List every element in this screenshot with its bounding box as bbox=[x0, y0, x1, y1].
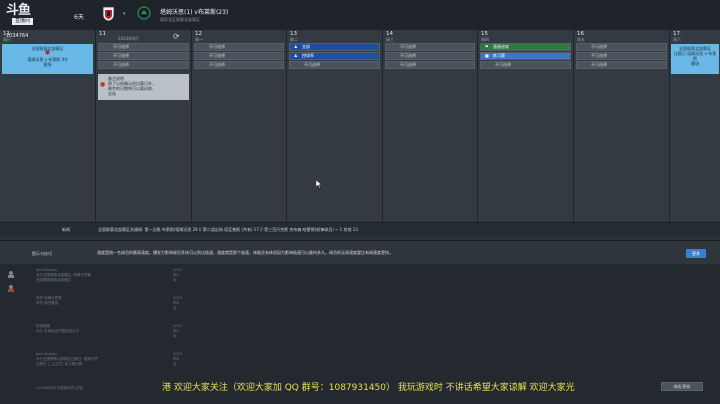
chevron-down-icon[interactable]: ▾ bbox=[123, 11, 126, 17]
days-label: 6天 bbox=[74, 14, 84, 21]
avatar-icon bbox=[8, 271, 14, 278]
news-text: 全国联赛北部赛区关键球: 第一边角 布莱斯/塔姆沃思 29 // 第二战出场 塔… bbox=[98, 227, 358, 232]
note-card[interactable]: ● 备注说明 除了以前确认的比赛日外， 剩余的日期将可以赛训练、 去选 bbox=[98, 74, 189, 100]
weekday-label: 周四 bbox=[481, 37, 489, 42]
training-slot-attack[interactable]: ⚑ 直接进攻 bbox=[480, 43, 571, 51]
inbox-item[interactable]: Jack Boullay 对方全国联赛北部赛区比赛日: 塔姆沃思 比赛日 (二)… bbox=[36, 352, 182, 367]
tips-panel: 提示与技巧 速度是指一名球员的最高速度。爆发力影响球员多快可以到达极速，速度就是… bbox=[0, 240, 720, 264]
training-slot[interactable]: 不可选择 bbox=[194, 61, 284, 69]
inbox-item[interactable]: 科技新闻 对方 本地队伍完整的结论中 2024年8月 bbox=[36, 324, 182, 338]
day-column-11-detail[interactable]: 11 2024年8月 ⟳ 不可选择 不可选择 不可选择 ● 备注说明 除了以前确… bbox=[96, 30, 192, 222]
logo-text: 斗鱼 bbox=[6, 3, 31, 18]
inbox-item[interactable]: Jack Boullay 对方全国联赛北部赛区: 塔姆沃思赛 全国联赛联赛北部赛… bbox=[36, 268, 182, 283]
match-card[interactable]: 全国联赛北部赛区 ⛊ 塔姆沃思 v 布莱斯 (H) 客场 bbox=[2, 44, 93, 74]
weekday-label: 周一 bbox=[195, 37, 203, 42]
training-slot[interactable]: 不可选择 bbox=[289, 61, 380, 69]
day-header: 12 周一 bbox=[192, 30, 286, 43]
inbox-date: 2024年8月 bbox=[173, 296, 182, 310]
inbox-line: 全国联赛联赛北部赛区 bbox=[36, 278, 71, 282]
more-tips-button[interactable]: 更多 bbox=[686, 249, 706, 258]
training-slot[interactable]: 不可选择 bbox=[98, 43, 189, 51]
day-header: 13 周二 bbox=[287, 30, 382, 43]
training-slot[interactable]: 不可选择 bbox=[385, 52, 475, 60]
day-header: 15 周四 bbox=[478, 30, 573, 43]
day-column-12[interactable]: 12 周一 不可选择 不可选择 不可选择 bbox=[192, 30, 287, 222]
training-slot[interactable]: 不可选择 bbox=[194, 43, 284, 51]
slot-label: 直接进攻 bbox=[493, 44, 509, 49]
logo-subtext: 直播间 bbox=[12, 18, 34, 25]
square-icon: ■ bbox=[485, 53, 489, 58]
training-slot-selected[interactable]: ♟ 控球率 bbox=[289, 52, 380, 60]
inbox-line: 对方 本地队伍完整的结论中 bbox=[36, 329, 80, 333]
day-column-17[interactable]: 17 周六 全国联赛北部赛区 比赛日 塔姆沃思 v 布莱斯 客场 bbox=[670, 30, 720, 222]
douyu-logo: 斗鱼 直播间 bbox=[6, 4, 42, 31]
inbox-item[interactable]: 球员·塔姆沃思赛 球员 情况赛选 2024年8月 bbox=[36, 296, 182, 310]
refresh-icon[interactable]: ⟳ bbox=[173, 32, 180, 41]
mouse-cursor-icon bbox=[316, 180, 322, 188]
training-slot[interactable]: 不可选择 bbox=[576, 43, 667, 51]
day-header: 14 周三 bbox=[383, 30, 477, 43]
match-subtitle: 国家北区联赛北部赛区 bbox=[160, 17, 200, 22]
day-column-16[interactable]: 16 周五 不可选择 不可选择 不可选择 bbox=[574, 30, 670, 222]
continue-button[interactable]: 继续/更新 bbox=[661, 382, 703, 391]
training-slot[interactable]: 不可选择 bbox=[98, 52, 189, 60]
tips-label: 提示与技巧 bbox=[32, 251, 52, 256]
match-card[interactable]: 全国联赛北部赛区 比赛日 塔姆沃思 v 布莱斯 客场 bbox=[671, 44, 719, 74]
news-bar[interactable]: 新闻 全国联赛北部赛区关键球: 第一边角 布莱斯/塔姆沃思 29 // 第二战出… bbox=[0, 222, 720, 236]
day-column-11[interactable]: 11 周日 全国联赛北部赛区 ⛊ 塔姆沃思 v 布莱斯 (H) 客场 bbox=[0, 30, 96, 222]
weekday-label: 周六 bbox=[673, 37, 681, 42]
day-column-14[interactable]: 14 周三 不可选择 不可选择 不可选择 bbox=[383, 30, 478, 222]
person-icon: ♟ bbox=[294, 44, 298, 49]
room-id: 1034764 bbox=[6, 33, 29, 39]
stream-ticker: 港 欢迎大家关注（欢迎大家加 QQ 群号：1087931450） 我玩游戏时 不… bbox=[162, 383, 575, 393]
slot-label: 控球率 bbox=[302, 53, 314, 58]
news-label: 新闻 bbox=[62, 227, 70, 232]
slot-label: 练习赛 bbox=[493, 53, 505, 58]
slot-label: 全部 bbox=[302, 44, 310, 49]
card-venue: 客场 bbox=[43, 62, 52, 67]
weekday-label: 周三 bbox=[386, 37, 394, 42]
day-header: 11 2024年8月 ⟳ bbox=[96, 30, 191, 43]
inbox-sender: 2024年8月5日塔姆沃思(主场) bbox=[36, 386, 84, 390]
opponent-crest-icon[interactable] bbox=[137, 6, 151, 20]
inbox-line: 球员 情况赛选 bbox=[36, 301, 59, 305]
inbox-line: 比赛日 (二)(正式) 前几周比赛 bbox=[36, 362, 83, 366]
schedule-calendar: 11 周日 全国联赛北部赛区 ⛊ 塔姆沃思 v 布莱斯 (H) 客场 11 20… bbox=[0, 30, 720, 222]
inbox-date: 2024年8月 bbox=[173, 352, 182, 366]
inbox-date: 2024年8月 bbox=[173, 268, 182, 282]
training-slot[interactable]: 不可选择 bbox=[480, 61, 571, 69]
top-bar: 斗鱼 直播间 6天 ▾ 塔姆沃思(1) v布莱斯(23) 国家北区联赛北部赛区 bbox=[0, 0, 720, 30]
inbox-item[interactable]: 2024年8月5日塔姆沃思(主场) bbox=[36, 386, 84, 391]
training-slot[interactable]: 不可选择 bbox=[576, 61, 667, 69]
training-slot[interactable]: 不可选择 bbox=[576, 52, 667, 60]
month-label: 2024年8月 bbox=[118, 36, 139, 41]
training-slot[interactable]: 不可选择 bbox=[385, 43, 475, 51]
tips-text: 速度是指一名球员的最高速度。爆发力影响球员多快可以到达极速，速度就是那个极速，体… bbox=[97, 250, 393, 255]
day-column-15[interactable]: 15 周四 ⚑ 直接进攻 ■ 练习赛 不可选择 bbox=[478, 30, 574, 222]
card-fixture: 比赛日 塔姆沃思 v 布莱斯 bbox=[673, 51, 717, 61]
training-slot-selected[interactable]: ♟ 全部 bbox=[289, 43, 380, 51]
day-header: 16 周五 bbox=[574, 30, 669, 43]
training-slot[interactable]: 不可选择 bbox=[98, 61, 189, 69]
day-column-13[interactable]: 13 周二 ♟ 全部 ♟ 控球率 不可选择 bbox=[287, 30, 383, 222]
training-slot-match[interactable]: ■ 练习赛 bbox=[480, 52, 571, 60]
club-crest-icon[interactable] bbox=[101, 6, 116, 22]
note-line: 去选 bbox=[108, 91, 116, 96]
avatar-icon bbox=[8, 285, 14, 292]
person-icon: ♟ bbox=[294, 53, 298, 58]
inbox-date: 2024年8月 bbox=[173, 324, 182, 338]
day-header: 17 周六 bbox=[670, 30, 720, 43]
warning-icon: ● bbox=[100, 81, 106, 88]
weekday-label: 周五 bbox=[577, 37, 585, 42]
weekday-label: 周二 bbox=[290, 37, 298, 42]
training-slot[interactable]: 不可选择 bbox=[194, 52, 284, 60]
flag-icon: ⚑ bbox=[485, 44, 489, 49]
match-title: 塔姆沃思(1) v布莱斯(23) bbox=[160, 9, 229, 16]
card-venue: 客场 bbox=[691, 61, 699, 66]
training-slot[interactable]: 不可选择 bbox=[385, 61, 475, 69]
